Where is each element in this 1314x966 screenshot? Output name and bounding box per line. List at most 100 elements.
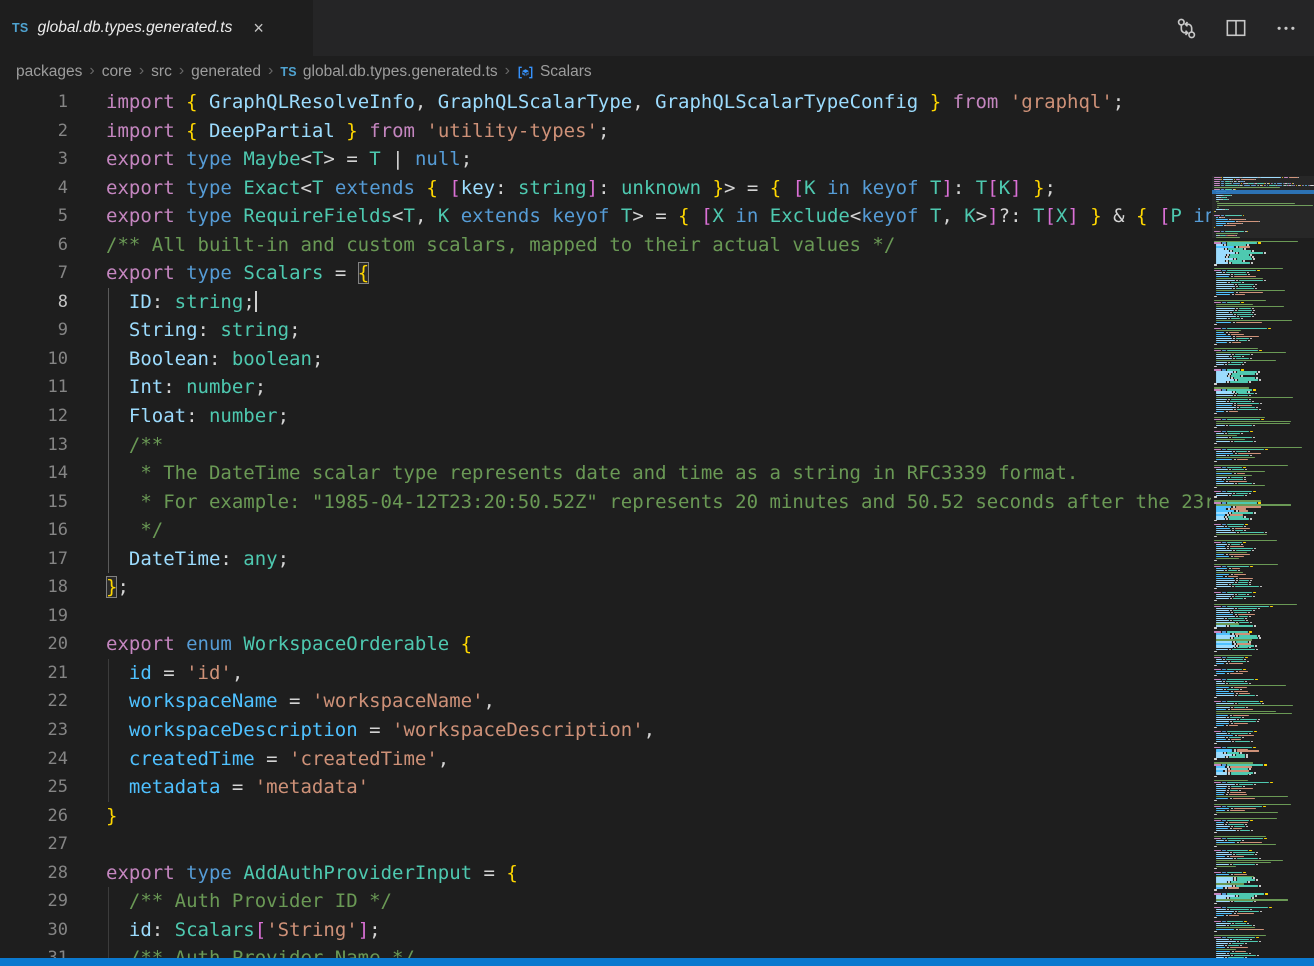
breadcrumb-item-generated[interactable]: generated [191, 63, 261, 81]
line-number[interactable]: 16 [0, 516, 68, 545]
line-number[interactable]: 13 [0, 431, 68, 460]
line-number[interactable]: 18 [0, 573, 68, 602]
code-line[interactable]: 27 [0, 830, 1211, 859]
code-line[interactable]: 12 Float: number; [0, 402, 1211, 431]
code-line[interactable]: 28export type AddAuthProviderInput = { [0, 859, 1211, 888]
code-line[interactable]: 22 workspaceName = 'workspaceName', [0, 687, 1211, 716]
line-number[interactable]: 4 [0, 174, 68, 203]
breadcrumb-item-symbol[interactable]: Scalars [517, 63, 592, 81]
code-text: /** [106, 431, 163, 460]
breadcrumb-item-file[interactable]: TS global.db.types.generated.ts [280, 63, 497, 81]
line-number[interactable]: 21 [0, 659, 68, 688]
split-editor-icon[interactable] [1224, 16, 1248, 40]
line-number[interactable]: 29 [0, 887, 68, 916]
code-line[interactable]: 4 export type Exact<T extends { [key: str… [0, 174, 1211, 203]
code-line[interactable]: 2import { DeepPartial } from 'utility-ty… [0, 117, 1211, 146]
code-line[interactable]: 30 id: Scalars['String']; [0, 916, 1211, 945]
line-number[interactable]: 28 [0, 859, 68, 888]
chevron-right-icon: › [505, 62, 510, 80]
line-number[interactable]: 14 [0, 459, 68, 488]
code-text: /** Auth Provider ID */ [106, 887, 392, 916]
more-actions-icon[interactable] [1274, 16, 1298, 40]
line-number[interactable]: 1 [0, 88, 68, 117]
chevron-right-icon: › [268, 62, 273, 80]
breadcrumb-item-src[interactable]: src [151, 63, 172, 81]
code-line[interactable]: 15 * For example: "1985-04-12T23:20:50.5… [0, 488, 1211, 517]
code-line[interactable]: 13 /** [0, 431, 1211, 460]
typescript-file-icon: TS [12, 21, 29, 35]
line-number[interactable]: 7 [0, 259, 68, 288]
line-number[interactable]: 23 [0, 716, 68, 745]
minimap-rows [1212, 177, 1314, 966]
code-line[interactable]: 19 [0, 602, 1211, 631]
code-text: id: Scalars['String']; [106, 916, 381, 945]
line-number[interactable]: 24 [0, 745, 68, 774]
line-number[interactable]: 26 [0, 802, 68, 831]
line-number[interactable]: 19 [0, 602, 68, 631]
code-line[interactable]: 6/** All built-in and custom scalars, ma… [0, 231, 1211, 260]
code-text: * The DateTime scalar type represents da… [106, 459, 1078, 488]
code-text: metadata = 'metadata' [106, 773, 369, 802]
close-tab-icon[interactable]: × [253, 19, 264, 37]
code-text: Float: number; [106, 402, 289, 431]
code-line[interactable]: 7export type Scalars = { [0, 259, 1211, 288]
code-line[interactable]: 10 Boolean: boolean; [0, 345, 1211, 374]
compare-changes-icon[interactable] [1174, 16, 1198, 40]
chevron-right-icon: › [179, 62, 184, 80]
code-line[interactable]: 14 * The DateTime scalar type represents… [0, 459, 1211, 488]
code-line[interactable]: 26} [0, 802, 1211, 831]
code-line[interactable]: 29 /** Auth Provider ID */ [0, 887, 1211, 916]
code-text: Int: number; [106, 373, 266, 402]
breadcrumb-item-packages[interactable]: packages [16, 63, 82, 81]
code-text: DateTime: any; [106, 545, 289, 574]
code-line[interactable]: 5export type RequireFields<T, K extends … [0, 202, 1211, 231]
code-text: export type Exact<T extends { [key: stri… [106, 174, 1056, 203]
breadcrumb-symbol-label: Scalars [540, 63, 592, 81]
breadcrumb: packages › core › src › generated › TS g… [0, 56, 1314, 88]
tab-global-db-types-generated-ts[interactable]: TS global.db.types.generated.ts × [0, 0, 313, 56]
code-text: id = 'id', [106, 659, 243, 688]
code-text: workspaceDescription = 'workspaceDescrip… [106, 716, 655, 745]
line-number[interactable]: 25 [0, 773, 68, 802]
code-line[interactable]: 25 metadata = 'metadata' [0, 773, 1211, 802]
status-accent-bar [0, 958, 1314, 966]
code-line[interactable]: 23 workspaceDescription = 'workspaceDesc… [0, 716, 1211, 745]
line-number[interactable]: 6 [0, 231, 68, 260]
line-number[interactable]: 10 [0, 345, 68, 374]
code-line[interactable]: 8 ID: string; [0, 288, 1211, 317]
line-number[interactable]: 2 [0, 117, 68, 146]
code-line[interactable]: 11 Int: number; [0, 373, 1211, 402]
code-line[interactable]: 17 DateTime: any; [0, 545, 1211, 574]
code-text: String: string; [106, 316, 301, 345]
minimap-slider[interactable] [1212, 176, 1314, 238]
code-line[interactable]: 16 */ [0, 516, 1211, 545]
code-text: createdTime = 'createdTime', [106, 745, 449, 774]
code-line[interactable]: 21 id = 'id', [0, 659, 1211, 688]
code-line[interactable]: 1import { GraphQLResolveInfo, GraphQLSca… [0, 88, 1211, 117]
line-number[interactable]: 15 [0, 488, 68, 517]
line-number[interactable]: 20 [0, 630, 68, 659]
code-line[interactable]: 24 createdTime = 'createdTime', [0, 745, 1211, 774]
code-line[interactable]: 9 String: string; [0, 316, 1211, 345]
line-number[interactable]: 12 [0, 402, 68, 431]
line-number[interactable]: 3 [0, 145, 68, 174]
line-number[interactable]: 5 [0, 202, 68, 231]
minimap[interactable] [1212, 176, 1314, 966]
line-number[interactable]: 8 [0, 288, 68, 317]
code-line[interactable]: 3export type Maybe<T> = T | null; [0, 145, 1211, 174]
code-line[interactable]: 20export enum WorkspaceOrderable { [0, 630, 1211, 659]
code-line[interactable]: 18}; [0, 573, 1211, 602]
line-number[interactable]: 22 [0, 687, 68, 716]
indent-guide [108, 288, 109, 574]
text-cursor [255, 291, 257, 312]
line-number[interactable]: 11 [0, 373, 68, 402]
breadcrumb-item-core[interactable]: core [102, 63, 132, 81]
line-number[interactable]: 9 [0, 316, 68, 345]
code-editor[interactable]: 1import { GraphQLResolveInfo, GraphQLSca… [0, 88, 1314, 966]
symbol-type-icon [517, 64, 534, 81]
line-number[interactable]: 27 [0, 830, 68, 859]
line-number[interactable]: 17 [0, 545, 68, 574]
indent-guide [108, 659, 109, 802]
line-number[interactable]: 30 [0, 916, 68, 945]
editor-tab-bar: TS global.db.types.generated.ts × [0, 0, 1314, 56]
